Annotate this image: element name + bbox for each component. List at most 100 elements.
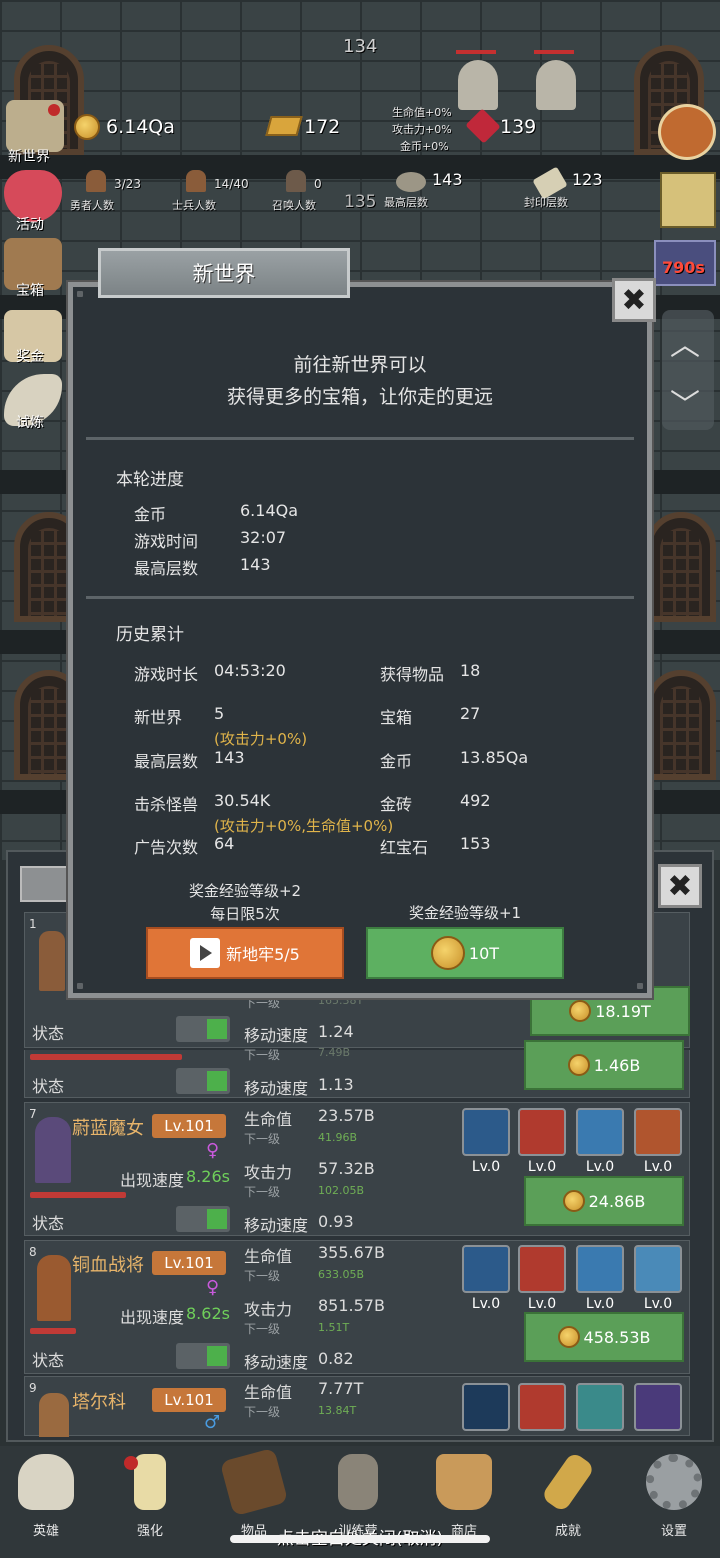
- status-label: 状态: [32, 1214, 65, 1233]
- ruby-amount: 139: [500, 116, 537, 138]
- female-icon: ♀: [206, 1140, 220, 1161]
- dungeon-floor: [0, 155, 720, 179]
- side-menu-chest[interactable]: 宝箱: [16, 280, 44, 300]
- fire-skill-icon[interactable]: [634, 1108, 682, 1156]
- bonus-atk: 攻击力+0%: [392, 123, 452, 136]
- hero-index: 1: [29, 917, 37, 931]
- gold-cost-label: 10T: [468, 943, 500, 963]
- key-icon: [540, 1451, 596, 1513]
- dungeon-door: [646, 670, 716, 780]
- hero-level: Lv.101: [152, 1388, 226, 1412]
- side-menu-bonus[interactable]: 奖金: [16, 346, 44, 366]
- notification-dot: [124, 1456, 138, 1470]
- move-speed-label: 移动速度: [244, 1079, 309, 1098]
- status-toggle[interactable]: [176, 1343, 230, 1369]
- move-speed-value: 1.13: [318, 1075, 354, 1094]
- history-heading: 历史累计: [116, 625, 184, 645]
- boot-skill-icon[interactable]: [576, 1383, 624, 1431]
- hero-sprite: [39, 931, 65, 991]
- gold-coin-icon: [562, 1190, 585, 1212]
- upgrade-price: 18.19T: [595, 1001, 651, 1021]
- shield-skill-icon[interactable]: [462, 1108, 510, 1156]
- floor-number: 134: [343, 36, 378, 57]
- history-kills-label: 击杀怪兽: [134, 795, 199, 814]
- status-toggle[interactable]: [176, 1016, 230, 1042]
- left-reward-line1: 奖金经验等级+2: [188, 882, 302, 900]
- pumpkin-event-icon[interactable]: [658, 104, 716, 160]
- blood-shield-skill-icon[interactable]: [462, 1245, 510, 1293]
- timer-text: 790s: [662, 258, 705, 277]
- hp-next-value: 41.96B: [318, 1131, 358, 1144]
- round-max-floor-label: 最高层数: [134, 559, 199, 578]
- atk-value: 57.32B: [318, 1159, 375, 1178]
- upgrade-price: 458.53B: [583, 1327, 651, 1347]
- upgrade-price: 1.46B: [593, 1055, 641, 1075]
- hero-hp-bar: [30, 1328, 76, 1334]
- history-max-floor-label: 最高层数: [134, 752, 199, 771]
- watch-ad-new-dungeon-button[interactable]: 新地牢5/5: [146, 927, 344, 979]
- history-kills-value: 30.54K: [214, 791, 271, 810]
- right-reward: 奖金经验等级+1: [408, 904, 522, 922]
- heart-skill-icon[interactable]: [634, 1245, 682, 1293]
- next-level-label: 下一级: [244, 1185, 281, 1199]
- round-gold-value: 6.14Qa: [240, 501, 299, 520]
- blade-skill-icon[interactable]: [634, 1383, 682, 1431]
- appear-speed-value: 8.26s: [186, 1167, 230, 1186]
- summon-count-label: 召唤人数: [272, 199, 316, 212]
- hp-next-value: 13.84T: [318, 1404, 357, 1417]
- status-toggle[interactable]: [176, 1068, 230, 1094]
- male-icon: ♂: [204, 1412, 221, 1433]
- side-menu-event[interactable]: 活动: [16, 214, 44, 234]
- atk-label: 攻击力: [244, 1163, 293, 1182]
- next-level-label: 下一级: [244, 1269, 281, 1283]
- pay-gold-new-world-button[interactable]: 10T: [366, 927, 564, 979]
- candle-buff-icon[interactable]: [660, 172, 716, 228]
- female-icon: ♀: [206, 1277, 220, 1298]
- dialog-close-button[interactable]: ✖: [612, 278, 656, 322]
- boot-skill-icon[interactable]: [576, 1245, 624, 1293]
- history-rubies-label: 红宝石: [380, 838, 429, 857]
- skill-level: Lv.0: [585, 1296, 615, 1312]
- history-bricks-label: 金砖: [380, 795, 413, 814]
- round-max-floor-value: 143: [240, 555, 271, 574]
- history-items-label: 获得物品: [380, 665, 445, 684]
- ghost-enemy: [458, 60, 498, 110]
- round-shield-skill-icon[interactable]: [462, 1383, 510, 1431]
- history-rubies-value: 153: [460, 834, 491, 853]
- status-toggle[interactable]: [176, 1206, 230, 1232]
- round-time-value: 32:07: [240, 528, 287, 547]
- divider: [86, 596, 634, 599]
- left-reward-line2: 每日限5次: [210, 905, 280, 923]
- soldier-count-icon: [186, 170, 206, 192]
- gold-coin-icon: [74, 114, 100, 140]
- panel-close-button[interactable]: ✖: [658, 864, 702, 908]
- home-indicator[interactable]: [230, 1535, 490, 1543]
- gold-coin-icon: [430, 936, 465, 970]
- next-level-label: 下一级: [244, 1132, 281, 1146]
- upgrade-button[interactable]: 458.53B: [524, 1312, 684, 1362]
- skill-level: Lv.0: [471, 1159, 501, 1175]
- chevron-up-icon[interactable]: ︿: [670, 320, 700, 364]
- move-speed-label: 移动速度: [244, 1216, 309, 1235]
- atk-value: 851.57B: [318, 1296, 385, 1315]
- gold-bars-amount: 172: [304, 116, 341, 138]
- soldier-count: 14/40: [214, 177, 249, 191]
- move-speed-value: 0.93: [318, 1212, 354, 1231]
- upgrade-button[interactable]: 24.86B: [524, 1176, 684, 1226]
- video-icon: [190, 938, 221, 968]
- history-chests-value: 27: [460, 704, 481, 723]
- hp-next-value: 633.05B: [318, 1268, 365, 1281]
- sword-skill-icon[interactable]: [518, 1108, 566, 1156]
- upgrade-button[interactable]: 1.46B: [524, 1040, 684, 1090]
- hp-value: 355.67B: [318, 1243, 385, 1262]
- slash-skill-icon[interactable]: [518, 1245, 566, 1293]
- wings-skill-icon[interactable]: [576, 1108, 624, 1156]
- scroll-control[interactable]: ︿ ﹀: [662, 310, 714, 430]
- side-menu-trial[interactable]: 试炼: [16, 412, 44, 432]
- side-menu-new-world[interactable]: 新世界: [8, 146, 50, 166]
- chevron-down-icon[interactable]: ﹀: [670, 380, 700, 424]
- sword-skill-icon[interactable]: [518, 1383, 566, 1431]
- hero-index: 9: [29, 1381, 37, 1395]
- dialog-title: 新世界: [98, 248, 350, 298]
- skull-icon: [18, 1454, 74, 1510]
